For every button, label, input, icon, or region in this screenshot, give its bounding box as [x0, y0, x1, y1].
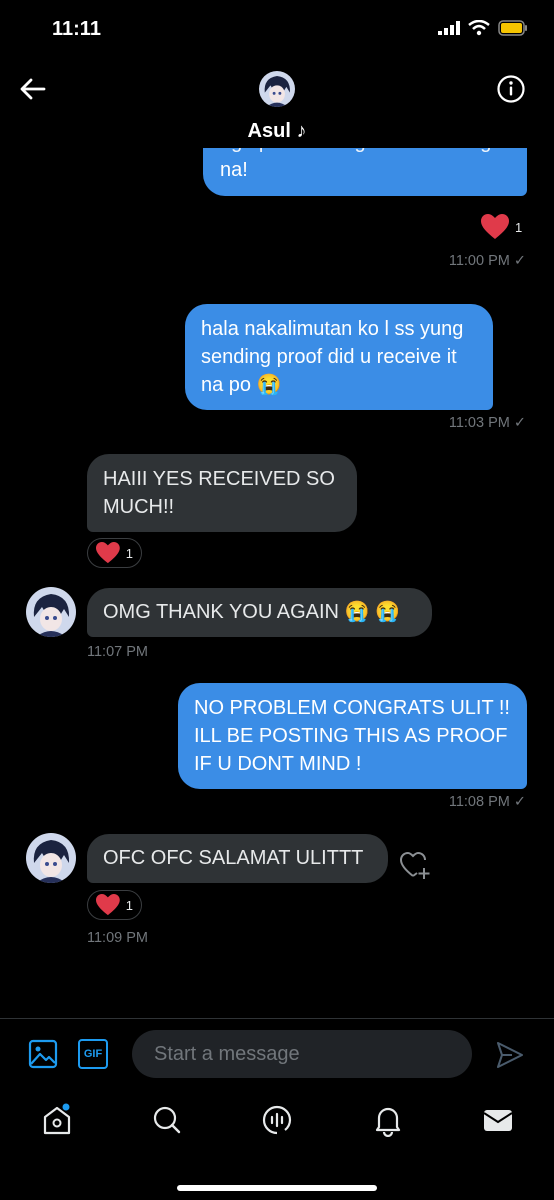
message-time: 11:07 PM	[87, 644, 148, 660]
sender-avatar[interactable]	[26, 833, 76, 883]
message-time: 11:00 PM ✓	[448, 253, 526, 269]
message-text: OMG THANK YOU AGAIN 😭 😭	[103, 601, 400, 623]
signal-icon	[438, 21, 460, 35]
message-bubble-incoming[interactable]: HAIII YES RECEIVED SO MUCH!!	[87, 454, 357, 532]
header-avatar[interactable]	[259, 71, 295, 107]
message-text: hala nakalimutan ko l ss yung sending pr…	[201, 318, 464, 396]
nav-spaces[interactable]	[260, 1103, 294, 1137]
reaction[interactable]: 1	[481, 214, 522, 240]
heart-icon	[96, 541, 120, 564]
message-time: 11:03 PM ✓	[448, 415, 526, 431]
image-button[interactable]	[28, 1039, 58, 1069]
status-time: 11:11	[52, 18, 101, 40]
message-input-placeholder: Start a message	[154, 1042, 300, 1065]
nav-notifications[interactable]	[371, 1103, 405, 1138]
send-button[interactable]	[495, 1040, 525, 1070]
back-button[interactable]	[18, 74, 48, 104]
avatar-image	[259, 71, 295, 107]
back-arrow-icon	[20, 78, 46, 100]
nav-search[interactable]	[150, 1103, 184, 1137]
reaction[interactable]: 1	[87, 538, 142, 568]
battery-icon	[498, 20, 527, 36]
heart-icon	[481, 214, 509, 239]
message-bubble-incoming[interactable]: OMG THANK YOU AGAIN 😭 😭	[87, 588, 432, 637]
reaction[interactable]: 1	[87, 890, 142, 920]
message-text: NO PROBLEM CONGRATS ULIT !! ILL BE POSTI…	[194, 697, 510, 775]
message-bubble-incoming[interactable]: OFC OFC SALAMAT ULITTT	[87, 834, 388, 883]
composer-divider	[0, 1018, 554, 1019]
info-button[interactable]	[496, 74, 526, 104]
gif-icon: GIF	[83, 1048, 103, 1060]
bell-icon	[375, 1107, 401, 1138]
message-bubble-outgoing[interactable]: NO PROBLEM CONGRATS ULIT !! ILL BE POSTI…	[178, 683, 527, 789]
sender-avatar[interactable]	[26, 587, 76, 637]
search-icon	[153, 1106, 181, 1134]
status-icons	[438, 20, 528, 36]
avatar-image	[26, 833, 76, 883]
message-text: na!	[220, 159, 248, 181]
reaction-count: 1	[125, 545, 133, 561]
avatar-image	[26, 587, 76, 637]
nav-messages[interactable]	[481, 1103, 515, 1137]
message-input[interactable]: Start a message	[132, 1030, 472, 1078]
message-time: 11:09 PM	[87, 930, 148, 946]
message-list: oge po wait lang hehe sending na!	[0, 148, 554, 1018]
home-icon	[43, 1103, 71, 1135]
message-text-partial: oge po wait lang hehe sending	[220, 148, 510, 156]
send-icon	[497, 1042, 523, 1068]
reaction-count: 1	[515, 219, 523, 235]
wifi-icon	[468, 20, 490, 36]
image-icon	[28, 1039, 58, 1069]
nav-home[interactable]	[40, 1103, 74, 1137]
message-bubble-outgoing[interactable]: hala nakalimutan ko l ss yung sending pr…	[185, 304, 493, 410]
add-reaction-button[interactable]	[399, 851, 433, 881]
message-time: 11:08 PM ✓	[448, 794, 526, 810]
gif-button[interactable]: GIF	[78, 1039, 108, 1069]
add-reaction-icon	[399, 851, 430, 879]
reaction-count: 1	[125, 897, 133, 913]
spaces-icon	[262, 1105, 292, 1135]
conversation-title[interactable]: Asul ♪	[0, 120, 554, 143]
mail-icon	[483, 1110, 513, 1131]
message-text: OFC OFC SALAMAT ULITTT	[103, 847, 364, 869]
info-icon	[497, 75, 525, 103]
message-text: HAIII YES RECEIVED SO MUCH!!	[103, 468, 335, 518]
message-bubble-outgoing[interactable]: oge po wait lang hehe sending na!	[203, 148, 527, 196]
home-indicator	[177, 1185, 377, 1191]
heart-icon	[96, 893, 120, 916]
